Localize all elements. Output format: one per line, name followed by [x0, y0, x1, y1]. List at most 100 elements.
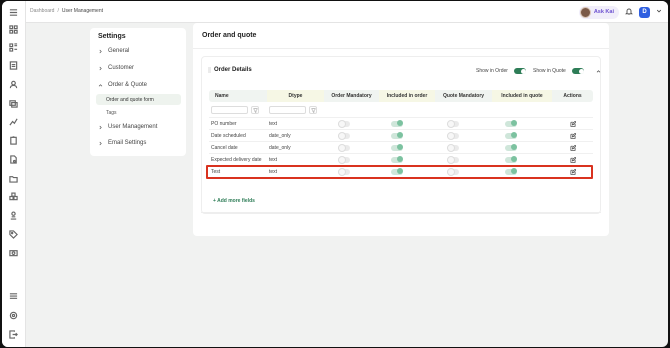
- col-header-dtype: Dtype: [267, 90, 324, 102]
- order-mandatory-toggle[interactable]: [338, 156, 350, 164]
- breadcrumb: Dashboard / User Management: [30, 8, 103, 14]
- breadcrumb-user-management: User Management: [61, 8, 103, 14]
- col-header-included-in-order: Included in order: [379, 90, 435, 102]
- field-name: PO number: [211, 120, 237, 127]
- col-header-included-in-quote: Included in quote: [492, 90, 552, 102]
- settings-item-user-management[interactable]: User Management: [98, 124, 157, 130]
- show-in-quote-toggle[interactable]: [572, 68, 584, 74]
- chevron-right-icon: [99, 49, 102, 53]
- field-name: Expected delivery date: [211, 156, 262, 163]
- settings-item-email-settings[interactable]: Email Settings: [98, 140, 146, 146]
- dashboard-icon[interactable]: [9, 25, 18, 34]
- breadcrumb-dashboard[interactable]: Dashboard: [30, 8, 54, 14]
- field-dtype: date_only: [269, 144, 291, 151]
- camera-icon[interactable]: [9, 248, 18, 257]
- col-header-name: Name: [215, 93, 229, 99]
- edit-icon[interactable]: [552, 130, 593, 141]
- field-name: Date scheduled: [211, 132, 246, 139]
- edit-icon[interactable]: [552, 154, 593, 165]
- section-title: Order Details: [214, 67, 252, 73]
- settings-icon[interactable]: [9, 311, 18, 320]
- list-icon[interactable]: [9, 292, 18, 301]
- included-in-order-toggle[interactable]: [391, 168, 403, 175]
- filter-icon[interactable]: [251, 106, 259, 114]
- settings-subitem-tags[interactable]: Tags: [96, 107, 181, 118]
- table-row: Date scheduled date_only: [209, 130, 593, 142]
- settings-item-label: Email Settings: [108, 140, 147, 146]
- folder-icon[interactable]: [9, 174, 18, 183]
- show-in-order-label: Show in Order: [476, 68, 508, 74]
- file-icon[interactable]: [9, 155, 18, 164]
- quote-mandatory-toggle[interactable]: [447, 168, 459, 176]
- settings-item-order-quote[interactable]: Order & Quote: [98, 82, 147, 88]
- quote-mandatory-toggle[interactable]: [447, 144, 459, 152]
- boxes-icon[interactable]: [9, 192, 18, 201]
- quote-mandatory-toggle[interactable]: [447, 156, 459, 164]
- order-icon[interactable]: [9, 61, 18, 70]
- table-row: Expected delivery date text: [209, 154, 593, 166]
- chevron-up-icon[interactable]: [596, 69, 601, 76]
- edit-icon[interactable]: [552, 142, 593, 153]
- show-in-order-toggle[interactable]: [514, 68, 526, 74]
- bell-icon[interactable]: [625, 7, 633, 17]
- settings-subitem-order-quote-form[interactable]: Order and quote form: [96, 94, 181, 105]
- included-in-order-toggle[interactable]: [391, 156, 403, 163]
- table-row: Cancel date date_only: [209, 142, 593, 154]
- quote-mandatory-toggle[interactable]: [447, 132, 459, 140]
- grid-icon[interactable]: [9, 43, 18, 52]
- order-mandatory-toggle[interactable]: [338, 144, 350, 152]
- page-title: Order and quote: [202, 32, 257, 39]
- drag-handle-icon[interactable]: [208, 67, 211, 73]
- settings-title: Settings: [98, 33, 126, 40]
- chevron-down-icon[interactable]: [656, 8, 662, 16]
- field-name: Test: [211, 168, 221, 175]
- included-in-quote-toggle[interactable]: [505, 120, 517, 127]
- logout-icon[interactable]: [9, 330, 18, 339]
- clipboard-icon[interactable]: [9, 136, 18, 145]
- field-dtype: text: [269, 156, 278, 163]
- person-icon[interactable]: [9, 211, 18, 220]
- menu-icon[interactable]: [9, 8, 18, 17]
- chevron-right-icon: [99, 141, 102, 145]
- order-mandatory-toggle[interactable]: [338, 132, 350, 140]
- top-header: Dashboard / User Management Ask Kai D: [26, 1, 668, 23]
- table-header: Name Dtype Order Mandatory Included in o…: [209, 90, 593, 102]
- order-mandatory-toggle[interactable]: [338, 168, 350, 176]
- user-avatar[interactable]: D: [639, 6, 650, 18]
- included-in-quote-toggle[interactable]: [505, 144, 517, 151]
- edit-icon[interactable]: [552, 118, 593, 129]
- chart-icon[interactable]: [9, 117, 18, 126]
- filter-icon[interactable]: [309, 106, 317, 114]
- left-nav-rail: [2, 1, 26, 347]
- order-mandatory-toggle[interactable]: [338, 120, 350, 128]
- included-in-quote-toggle[interactable]: [505, 156, 517, 163]
- included-in-order-toggle[interactable]: [391, 144, 403, 151]
- field-dtype: date_only: [269, 132, 291, 139]
- name-filter-input[interactable]: [211, 106, 248, 114]
- settings-panel: Settings General Customer Order & Quote …: [90, 28, 186, 156]
- settings-item-label: Order & Quote: [108, 82, 148, 88]
- included-in-order-toggle[interactable]: [391, 132, 403, 139]
- included-in-quote-toggle[interactable]: [505, 168, 517, 175]
- settings-item-general[interactable]: General: [98, 48, 129, 54]
- breadcrumb-separator: /: [57, 8, 59, 14]
- settings-item-customer[interactable]: Customer: [98, 65, 134, 71]
- col-header-order-mandatory: Order Mandatory: [331, 93, 372, 99]
- field-name: Cancel date: [211, 144, 238, 151]
- ask-kai-button[interactable]: Ask Kai: [578, 5, 619, 19]
- ask-kai-label: Ask Kai: [593, 9, 614, 15]
- field-dtype: text: [269, 120, 278, 127]
- edit-icon[interactable]: [552, 166, 593, 177]
- quote-mandatory-toggle[interactable]: [447, 120, 459, 128]
- settings-item-label: General: [108, 48, 130, 54]
- layers-icon[interactable]: [9, 99, 18, 108]
- add-more-fields-button[interactable]: + Add more fields: [213, 198, 255, 204]
- included-in-quote-toggle[interactable]: [505, 132, 517, 139]
- col-header-quote-mandatory: Quote Mandatory: [442, 93, 485, 99]
- included-in-order-toggle[interactable]: [391, 120, 403, 127]
- tag-icon[interactable]: [9, 230, 18, 239]
- user-icon[interactable]: [9, 80, 18, 89]
- dtype-filter-input[interactable]: [269, 106, 306, 114]
- chevron-right-icon: [99, 125, 102, 129]
- field-dtype: text: [269, 168, 278, 175]
